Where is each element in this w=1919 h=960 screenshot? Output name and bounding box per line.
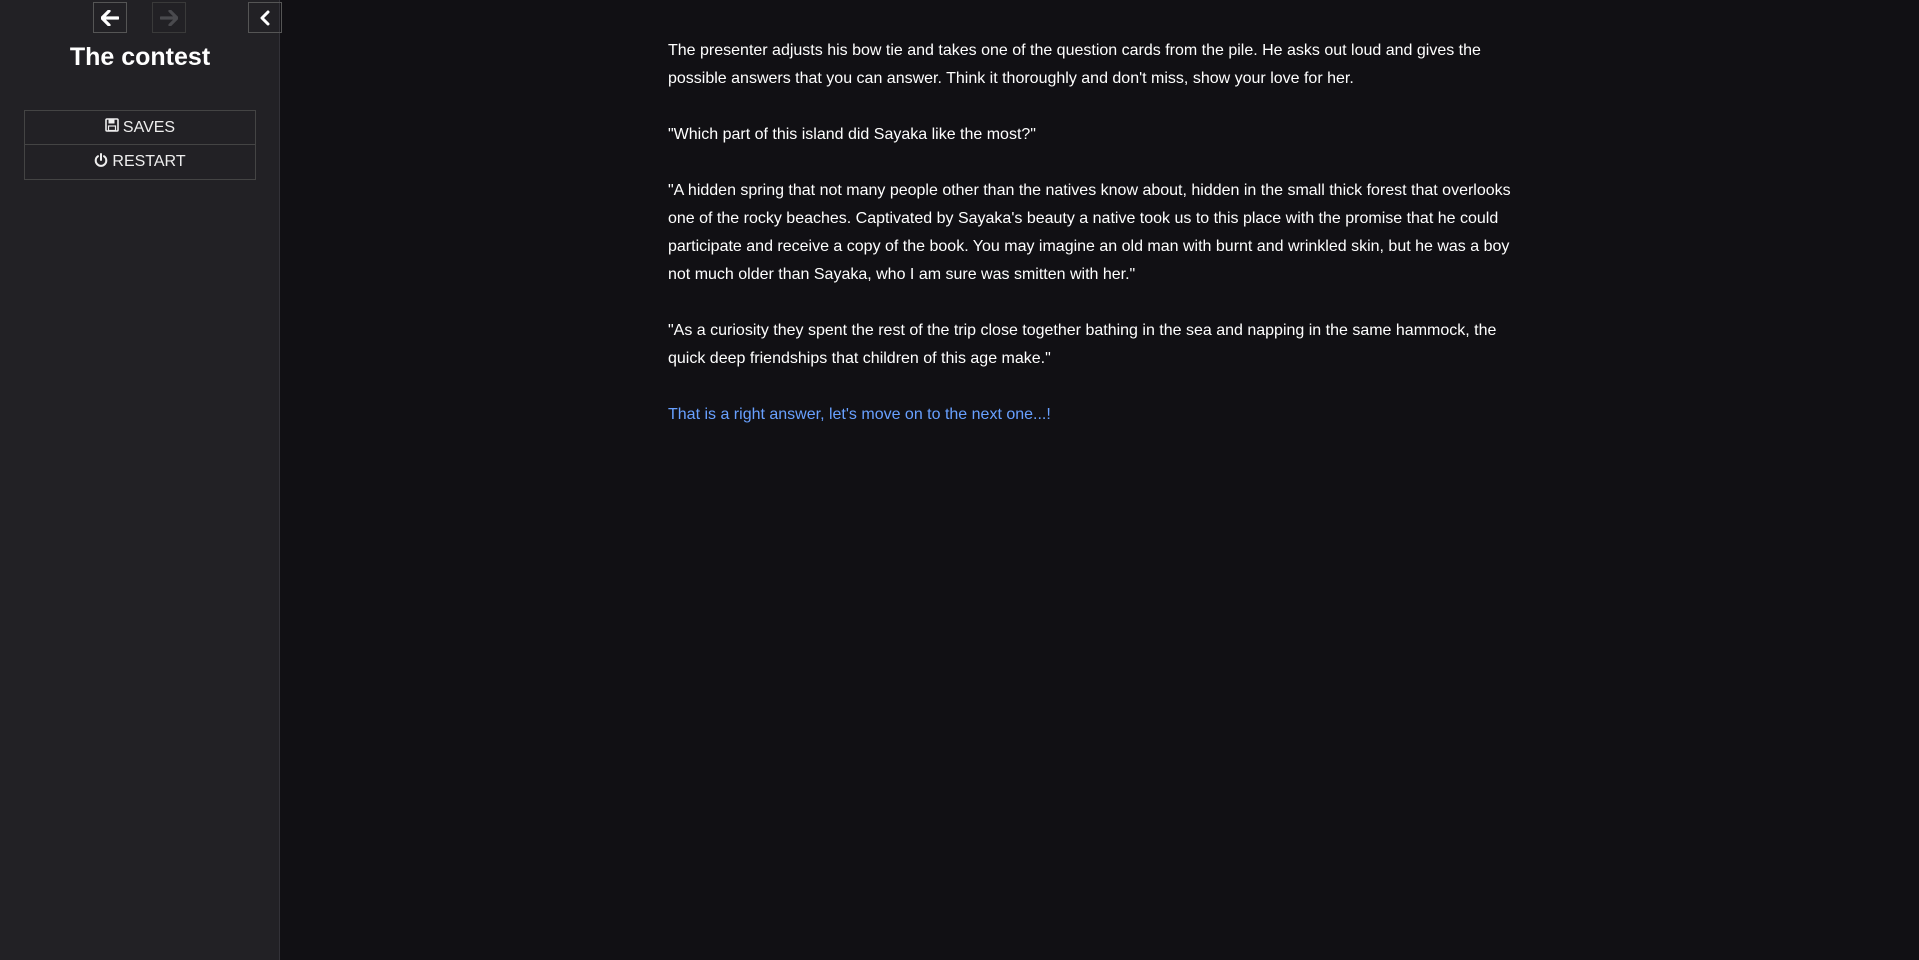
arrow-left-icon: [101, 9, 119, 26]
saves-button[interactable]: SAVES: [24, 110, 256, 145]
floppy-disk-icon: [105, 118, 119, 137]
history-back-button[interactable]: [93, 2, 127, 33]
arrow-right-icon: [160, 9, 178, 26]
sidebar-menu: SAVES RESTART: [24, 110, 256, 180]
passage-paragraph: The presenter adjusts his bow tie and ta…: [668, 42, 1481, 87]
history-forward-button[interactable]: [152, 2, 186, 33]
story-passage: The presenter adjusts his bow tie and ta…: [668, 37, 1528, 457]
passage-paragraph: "A hidden spring that not many people ot…: [668, 182, 1511, 283]
passage-link-paragraph: That is a right answer, let's move on to…: [668, 401, 1528, 429]
sidebar-toggle-button[interactable]: [248, 2, 282, 33]
restart-label: RESTART: [112, 153, 186, 170]
passage-paragraph: "As a curiosity they spent the rest of t…: [668, 322, 1497, 367]
saves-label: SAVES: [122, 118, 176, 136]
passage-paragraph: "Which part of this island did Sayaka li…: [668, 126, 1036, 143]
chevron-left-icon: [260, 10, 270, 25]
restart-button[interactable]: RESTART: [24, 145, 256, 180]
power-icon: [94, 152, 108, 172]
next-question-link[interactable]: That is a right answer, let's move on to…: [668, 406, 1051, 423]
story-title: The contest: [69, 43, 211, 71]
sidebar: The contest SAVES RESTART: [0, 0, 282, 960]
